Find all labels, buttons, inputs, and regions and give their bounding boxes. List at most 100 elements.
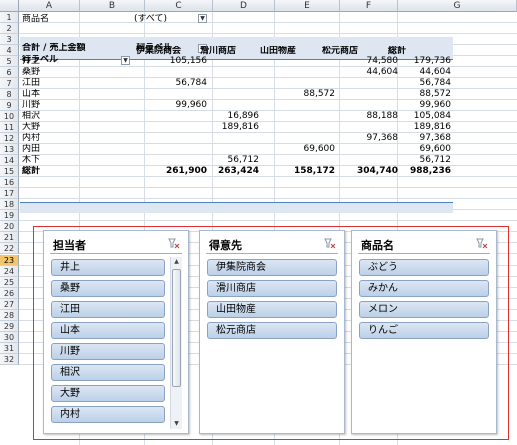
row-header[interactable]: 8 (0, 89, 19, 100)
slicer-customer[interactable]: 得意先 伊集院商会滑川商店山田物産松元商店 (199, 230, 345, 434)
row-header[interactable]: 11 (0, 122, 19, 133)
slicer-item-person[interactable]: 川野 (51, 343, 165, 360)
slicer-product-title: 商品名 (361, 239, 394, 252)
slicer-person-scrollbar[interactable]: ▲ ▼ (170, 257, 182, 429)
slicer-title-divider (50, 253, 182, 254)
row-header[interactable]: 28 (0, 310, 19, 321)
scroll-up-arrow-icon[interactable]: ▲ (171, 257, 182, 267)
row-header[interactable]: 13 (0, 144, 19, 155)
pivot-value-cell: 88,572 (419, 89, 452, 99)
row-header[interactable]: 4 (0, 45, 19, 56)
gridline (19, 33, 517, 34)
row-header[interactable]: 2 (0, 23, 19, 34)
select-all-corner[interactable] (0, 0, 19, 12)
slicer-item-customer[interactable]: 山田物産 (207, 301, 337, 318)
pivot-row-name: 桑野 (22, 67, 41, 77)
row-header[interactable]: 19 (0, 210, 19, 221)
scroll-down-arrow-icon[interactable]: ▼ (171, 419, 182, 429)
row-label-dropdown-button[interactable]: ▼ (121, 56, 130, 65)
slicer-item-product[interactable]: メロン (359, 301, 489, 318)
pivot-value-cell (147, 89, 207, 100)
row-header[interactable]: 31 (0, 343, 19, 354)
row-header[interactable]: 12 (0, 133, 19, 144)
scrollbar-thumb[interactable] (172, 269, 181, 387)
row-header[interactable]: 26 (0, 288, 19, 299)
row-header[interactable]: 17 (0, 188, 19, 199)
slicer-person[interactable]: 担当者 井上 桑野 江田 山本 川野 相沢 大野 内村 ▲ ▼ (43, 230, 189, 434)
column-header-g[interactable]: G (398, 0, 517, 12)
pivot-row-name: 井上 (22, 56, 41, 66)
column-header-e[interactable]: E (275, 0, 340, 12)
row-header[interactable]: 5 (0, 56, 19, 67)
pivot-value-cell (275, 133, 335, 144)
row-header[interactable]: 25 (0, 277, 19, 288)
slicer-customer-title: 得意先 (209, 239, 242, 252)
row-header[interactable]: 16 (0, 177, 19, 188)
column-header-a[interactable]: A (19, 0, 80, 12)
pivot-value-cell (338, 144, 398, 155)
row-header[interactable]: 1 (0, 12, 19, 23)
column-header-c[interactable]: C (145, 0, 213, 12)
pivot-total-value: 263,424 (218, 166, 259, 176)
slicer-item-person[interactable]: 大野 (51, 385, 165, 402)
clear-filter-icon[interactable] (476, 237, 488, 249)
row-header[interactable]: 27 (0, 299, 19, 310)
slicer-item-product[interactable]: みかん (359, 280, 489, 297)
row-header[interactable]: 6 (0, 67, 19, 78)
pivot-total-divider (20, 202, 453, 203)
slicer-item-person[interactable]: 山本 (51, 322, 165, 339)
spreadsheet: ABCDEFG 1 2 3 4 5 6 7 8 9 10 11 12 13 14 15 16 17 18 19 20 2… (0, 0, 517, 445)
row-header[interactable]: 24 (0, 266, 19, 277)
row-header[interactable]: 22 (0, 243, 19, 254)
pivot-value-cell (199, 100, 259, 111)
pivot-value-cell (199, 67, 259, 78)
row-header[interactable]: 9 (0, 100, 19, 111)
column-header-d[interactable]: D (213, 0, 275, 12)
pivot-total-label: 総計 (22, 166, 41, 176)
pivot-value-cell (199, 144, 259, 155)
slicer-item-person[interactable]: 井上 (51, 259, 165, 276)
pivot-total-value: 261,900 (166, 166, 207, 176)
pivot-value-cell (275, 67, 335, 78)
clear-filter-icon[interactable] (168, 237, 180, 249)
pivot-row-name: 川野 (22, 100, 41, 110)
slicer-item-person[interactable]: 内村 (51, 406, 165, 423)
pivot-value-cell (275, 56, 335, 67)
row-header[interactable]: 18 (0, 199, 19, 210)
pivot-value-cell (147, 155, 207, 166)
pivot-value-cell (275, 78, 335, 89)
row-header[interactable]: 14 (0, 155, 19, 166)
column-header-b[interactable]: B (80, 0, 145, 12)
slicer-item-person[interactable]: 相沢 (51, 364, 165, 381)
pivot-value-cell: 56,712 (227, 155, 260, 165)
pivot-value-cell (147, 144, 207, 155)
row-header[interactable]: 21 (0, 232, 19, 243)
slicer-item-customer[interactable]: 松元商店 (207, 322, 337, 339)
pivot-value-cell: 88,572 (303, 89, 336, 99)
slicer-item-product[interactable]: りんご (359, 322, 489, 339)
filter-value: (すべて) (134, 14, 168, 24)
row-header[interactable]: 29 (0, 321, 19, 332)
pivot-value-cell: 189,816 (221, 122, 259, 132)
clear-filter-icon[interactable] (324, 237, 336, 249)
slicer-item-person[interactable]: 桑野 (51, 280, 165, 297)
slicer-product[interactable]: 商品名 ぶどうみかんメロンりんご (351, 230, 497, 434)
row-header[interactable]: 20 (0, 221, 19, 232)
filter-dropdown-button[interactable]: ▼ (198, 14, 207, 23)
row-header[interactable]: 32 (0, 354, 19, 365)
row-header[interactable]: 23 (0, 255, 19, 266)
pivot-value-cell: 56,712 (419, 155, 452, 165)
pivot-value-cell: 44,604 (419, 67, 452, 77)
slicer-item-customer[interactable]: 滑川商店 (207, 280, 337, 297)
pivot-total-value: 158,172 (294, 166, 335, 176)
slicer-item-customer[interactable]: 伊集院商会 (207, 259, 337, 276)
row-header[interactable]: 7 (0, 78, 19, 89)
row-header[interactable]: 10 (0, 111, 19, 122)
row-header[interactable]: 15 (0, 166, 19, 177)
column-header-f[interactable]: F (340, 0, 398, 12)
row-header[interactable]: 30 (0, 332, 19, 343)
slicer-item-product[interactable]: ぶどう (359, 259, 489, 276)
row-header[interactable]: 3 (0, 34, 19, 45)
pivot-value-cell (275, 111, 335, 122)
slicer-item-person[interactable]: 江田 (51, 301, 165, 318)
